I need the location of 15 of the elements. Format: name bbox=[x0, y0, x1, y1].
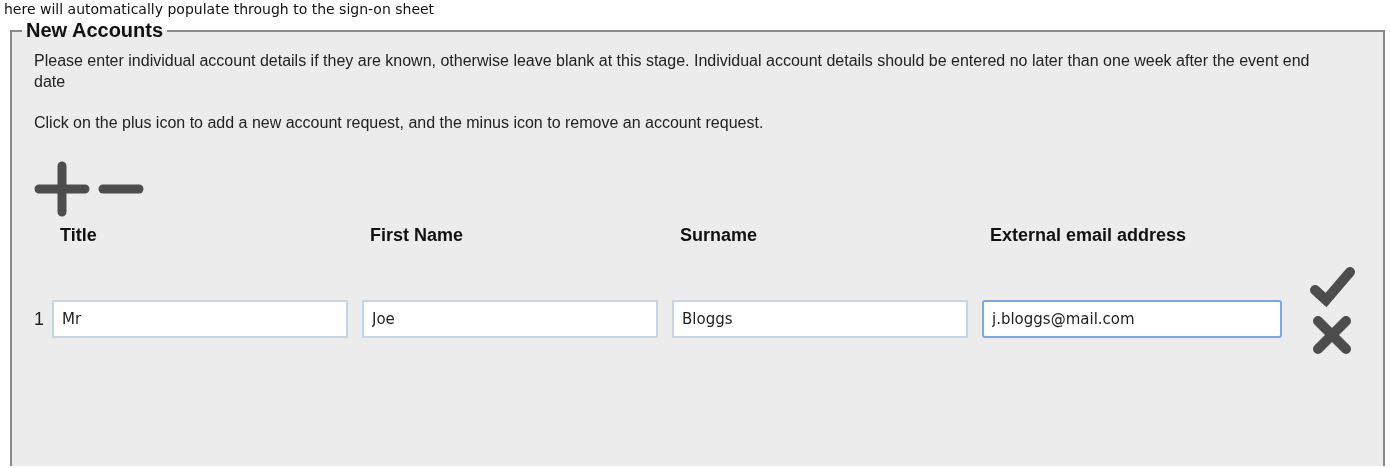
text-field[interactable]: Mr bbox=[52, 300, 348, 338]
column-header: First Name bbox=[369, 225, 465, 246]
plus-icon[interactable] bbox=[34, 161, 90, 217]
column-header: Surname bbox=[679, 225, 759, 246]
close-icon[interactable] bbox=[1311, 314, 1353, 356]
text-field[interactable]: j.bloggs@mail.com bbox=[982, 300, 1282, 338]
note-text: here will automatically populate through to the sign-on sheet bbox=[3, 0, 436, 18]
instruction-text: Please enter individual account details if they are known, otherwise leave blank at this stage. Individual account details should be entered no later than one week after the event end date bbox=[34, 51, 1311, 92]
instruction-text: Click on the plus icon to add a new account request, and the minus icon to remove an account request. bbox=[34, 113, 765, 133]
text-field[interactable]: Joe bbox=[362, 300, 658, 338]
row-number: 1 bbox=[34, 308, 45, 330]
column-header: External email address bbox=[989, 225, 1188, 246]
column-header: Title bbox=[59, 225, 98, 246]
checkmark-icon[interactable] bbox=[1307, 264, 1357, 308]
text-field[interactable]: Bloggs bbox=[672, 300, 968, 338]
